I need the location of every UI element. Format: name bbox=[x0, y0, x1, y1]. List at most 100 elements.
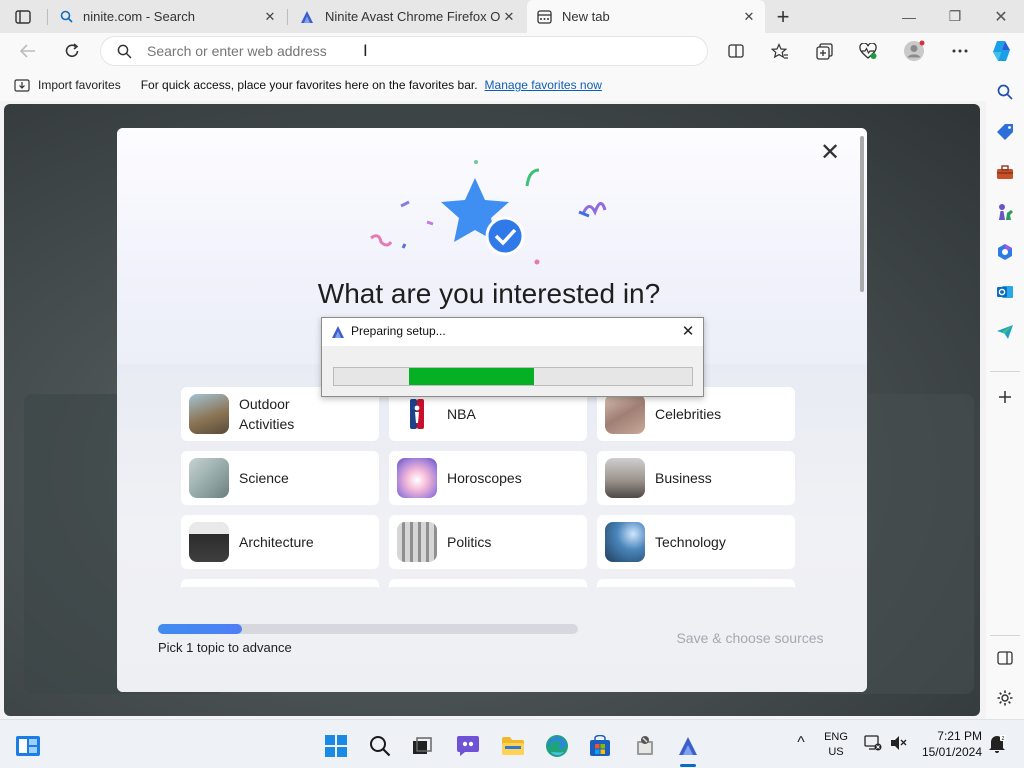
close-window-button[interactable]: ✕ bbox=[978, 0, 1024, 33]
outdoor-activities-thumbnail bbox=[189, 394, 229, 434]
svg-text:z: z bbox=[1002, 736, 1005, 742]
manage-favorites-link[interactable]: Manage favorites now bbox=[485, 78, 602, 92]
file-explorer-button[interactable] bbox=[497, 730, 529, 762]
topic-label: Business bbox=[655, 470, 712, 486]
interests-modal: What are you interested in? ✕ Outdoor Ac… bbox=[117, 128, 867, 692]
celebrities-thumbnail bbox=[605, 394, 645, 434]
sidebar-tools-button[interactable] bbox=[993, 160, 1017, 184]
tab-close-icon[interactable]: ✕ bbox=[262, 9, 278, 25]
send-icon bbox=[997, 325, 1013, 339]
edge-icon bbox=[546, 735, 568, 757]
profile-button[interactable] bbox=[898, 35, 930, 67]
region-label: US bbox=[828, 746, 844, 758]
installer-button[interactable] bbox=[629, 730, 661, 762]
topic-label: Horoscopes bbox=[447, 470, 522, 486]
topic-label: Politics bbox=[447, 534, 492, 550]
sidebar-toggle-button[interactable] bbox=[993, 646, 1017, 670]
clock[interactable]: 7:21 PM 15/01/2024 bbox=[912, 728, 982, 760]
address-input[interactable] bbox=[147, 41, 667, 61]
favorites-bar-message: For quick access, place your favorites h… bbox=[140, 78, 478, 92]
topic-card-politics[interactable]: Politics bbox=[389, 515, 587, 569]
favorites-button[interactable] bbox=[764, 35, 796, 67]
topic-card-architecture[interactable]: Architecture bbox=[181, 515, 379, 569]
language-indicator[interactable]: ENG US bbox=[818, 730, 854, 760]
taskbar-search-button[interactable] bbox=[364, 730, 396, 762]
more-icon bbox=[952, 49, 968, 53]
notification-button[interactable]: z bbox=[988, 734, 1006, 757]
sidebar-shopping-button[interactable] bbox=[993, 120, 1017, 144]
restore-button[interactable]: ❐ bbox=[932, 0, 978, 33]
tab-title: Ninite Avast Chrome Firefox Ope bbox=[325, 9, 501, 24]
sidebar-add-button[interactable] bbox=[993, 385, 1017, 409]
preparing-setup-dialog: Preparing setup... ✕ bbox=[321, 317, 704, 397]
topic-card-partial[interactable] bbox=[181, 579, 379, 587]
minimize-button[interactable]: — bbox=[886, 0, 932, 33]
microsoft365-icon bbox=[998, 244, 1012, 260]
tab-ninite-search[interactable]: ninite.com - Search ✕ bbox=[50, 0, 286, 33]
tab-ninite[interactable]: Ninite Avast Chrome Firefox Ope ✕ bbox=[289, 0, 525, 33]
topic-progress-fill bbox=[158, 624, 242, 634]
more-options-button[interactable] bbox=[944, 35, 976, 67]
task-view-button[interactable] bbox=[406, 730, 438, 762]
sidebar-microsoft365-button[interactable] bbox=[993, 240, 1017, 264]
setup-progress-fill bbox=[409, 368, 535, 385]
technology-thumbnail bbox=[605, 522, 645, 562]
tab-actions-button[interactable] bbox=[10, 6, 36, 28]
sidebar-outlook-button[interactable] bbox=[993, 280, 1017, 304]
clock-time: 7:21 PM bbox=[937, 729, 982, 743]
sidebar-drop-button[interactable] bbox=[993, 320, 1017, 344]
address-bar[interactable]: I bbox=[100, 36, 708, 66]
setup-progress-bar bbox=[333, 367, 693, 386]
nba-thumbnail bbox=[397, 394, 437, 434]
edge-button[interactable] bbox=[541, 730, 573, 762]
network-icon[interactable] bbox=[864, 735, 882, 754]
collections-button[interactable] bbox=[808, 35, 840, 67]
topic-card-technology[interactable]: Technology bbox=[597, 515, 795, 569]
chat-button[interactable] bbox=[452, 730, 484, 762]
import-favorites-button[interactable]: Import favorites bbox=[14, 78, 121, 92]
chat-icon bbox=[457, 736, 479, 756]
tab-close-icon[interactable]: ✕ bbox=[501, 9, 517, 25]
sidebar-settings-button[interactable] bbox=[993, 686, 1017, 710]
shopping-tag-icon bbox=[997, 124, 1013, 140]
topic-card-business[interactable]: Business bbox=[597, 451, 795, 505]
copilot-button[interactable] bbox=[986, 35, 1018, 67]
topic-card-partial[interactable] bbox=[389, 579, 587, 587]
topic-label: NBA bbox=[447, 406, 476, 422]
topic-label: Technology bbox=[655, 534, 726, 550]
refresh-icon bbox=[65, 43, 79, 57]
new-tab-button[interactable]: + bbox=[770, 4, 796, 29]
refresh-button[interactable] bbox=[56, 35, 88, 67]
tab-new-tab[interactable]: New tab ✕ bbox=[527, 0, 765, 33]
modal-close-button[interactable]: ✕ bbox=[819, 141, 841, 165]
sidebar-games-button[interactable] bbox=[993, 200, 1017, 224]
widgets-button[interactable] bbox=[12, 730, 44, 762]
notification-bell-icon: z bbox=[989, 735, 1006, 753]
star-list-icon bbox=[771, 42, 788, 59]
back-arrow-icon bbox=[20, 44, 35, 58]
split-screen-button[interactable] bbox=[720, 35, 752, 67]
start-button[interactable] bbox=[320, 730, 352, 762]
ninite-taskbar-button[interactable] bbox=[672, 730, 704, 762]
store-button[interactable] bbox=[584, 730, 616, 762]
nba-logo-icon bbox=[410, 399, 424, 429]
topic-progress-bar bbox=[158, 624, 578, 634]
tab-title: New tab bbox=[562, 9, 610, 24]
dialog-close-button[interactable]: ✕ bbox=[678, 322, 698, 340]
sidebar-search-button[interactable] bbox=[993, 80, 1017, 104]
politics-thumbnail bbox=[397, 522, 437, 562]
topic-card-horoscopes[interactable]: Horoscopes bbox=[389, 451, 587, 505]
topic-card-science[interactable]: Science bbox=[181, 451, 379, 505]
gear-icon bbox=[997, 690, 1013, 706]
search-icon bbox=[997, 84, 1013, 100]
back-button[interactable] bbox=[12, 35, 44, 67]
tab-close-icon[interactable]: ✕ bbox=[741, 9, 757, 25]
topic-card-partial[interactable] bbox=[597, 579, 795, 587]
volume-muted-icon[interactable] bbox=[890, 735, 908, 754]
browser-essentials-button[interactable] bbox=[852, 35, 884, 67]
save-choose-sources-button[interactable]: Save & choose sources bbox=[645, 630, 855, 646]
tray-overflow-button[interactable]: ^ bbox=[790, 734, 812, 756]
toolbox-icon bbox=[997, 165, 1013, 179]
modal-scrollbar[interactable] bbox=[860, 136, 864, 292]
search-icon bbox=[117, 44, 132, 59]
